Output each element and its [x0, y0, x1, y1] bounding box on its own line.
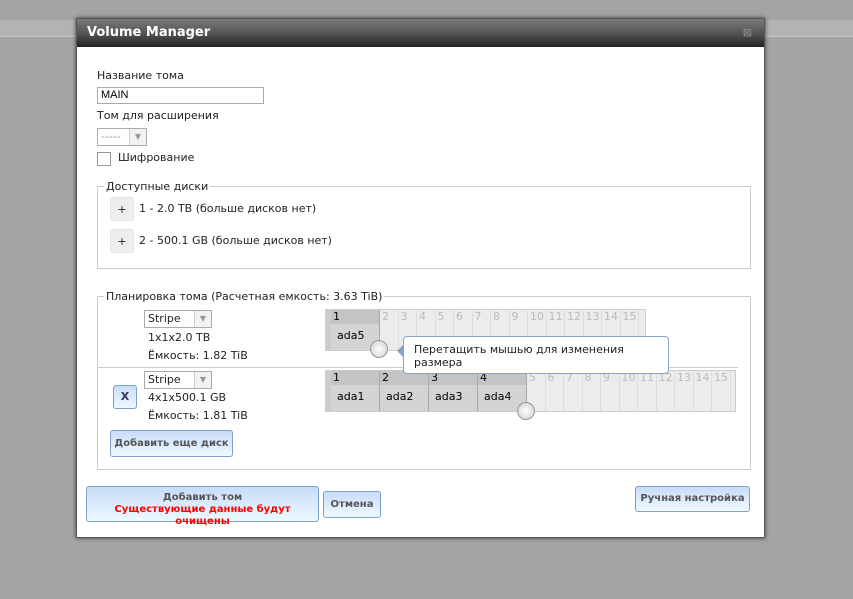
- available-disks-legend: Доступные диски: [106, 180, 209, 193]
- empty-slot: 10: [620, 371, 638, 411]
- volume-name-input[interactable]: [97, 87, 264, 104]
- add-volume-button[interactable]: Добавить том Существующие данные будут оч…: [86, 486, 319, 527]
- add-disk-1-button[interactable]: +: [110, 197, 134, 221]
- available-disks-fieldset: Доступные диски: [97, 180, 751, 269]
- empty-slot: 13: [675, 371, 694, 411]
- empty-slot: 9: [601, 371, 620, 411]
- manual-setup-button[interactable]: Ручная настройка: [635, 486, 750, 512]
- group-2-capacity: Ёмкость: 1.81 TiB: [148, 409, 248, 422]
- slot-number: 1: [331, 371, 379, 385]
- extend-volume-value: -----: [101, 130, 121, 143]
- extend-volume-label: Том для расширения: [97, 109, 219, 122]
- resize-tooltip: Перетащить мышью для изменения размера: [397, 336, 669, 374]
- disk-slot: 1 ada1: [331, 371, 380, 411]
- chevron-down-icon: ▼: [194, 311, 211, 327]
- available-disk-1: 1 - 2.0 TB (больше дисков нет): [139, 202, 317, 215]
- empty-slot: 8: [583, 371, 601, 411]
- encryption-checkbox[interactable]: [97, 152, 111, 166]
- add-more-disk-button[interactable]: Добавить еще диск: [110, 430, 233, 457]
- volume-layout-legend: Планировка тома (Расчетная емкость: 3.63…: [106, 290, 383, 303]
- empty-slot: 14: [694, 371, 712, 411]
- disk-name: ada2: [386, 390, 414, 403]
- add-volume-label: Добавить том: [162, 492, 243, 503]
- chevron-down-icon: ▼: [194, 372, 211, 388]
- dialog-titlebar[interactable]: Volume Manager ⊠: [77, 19, 764, 47]
- group-2-config: 4x1x500.1 GB: [148, 391, 227, 404]
- group-2-type-select[interactable]: Stripe ▼: [144, 371, 212, 389]
- disk-name: ada4: [484, 390, 512, 403]
- dialog-title: Volume Manager: [87, 25, 211, 40]
- cancel-button[interactable]: Отмена: [323, 491, 381, 518]
- chevron-down-icon: ▼: [129, 129, 146, 145]
- group-2-type: Stripe: [148, 373, 181, 386]
- extend-volume-select[interactable]: ----- ▼: [97, 128, 147, 146]
- encryption-label: Шифрование: [118, 151, 195, 164]
- disk-slot: 3 ada3: [429, 371, 478, 411]
- resize-handle[interactable]: [370, 340, 388, 358]
- disk-name: ada3: [435, 390, 463, 403]
- group-1-type: Stripe: [148, 312, 181, 325]
- resize-handle[interactable]: [517, 402, 535, 420]
- close-icon[interactable]: ⊠: [743, 19, 752, 47]
- available-disk-2: 2 - 500.1 GB (больше дисков нет): [139, 234, 332, 247]
- disk-name: ada1: [337, 390, 365, 403]
- empty-slot: 7: [564, 371, 583, 411]
- remove-group-button[interactable]: X: [113, 385, 137, 409]
- group-1-type-select[interactable]: Stripe ▼: [144, 310, 212, 328]
- empty-slot: 6: [546, 371, 564, 411]
- disk-name: ada5: [337, 329, 365, 342]
- slot-number: 1: [331, 310, 379, 324]
- volume-name-label: Название тома: [97, 69, 184, 82]
- group-1-capacity: Ёмкость: 1.82 TiB: [148, 349, 248, 362]
- empty-slot: 11: [638, 371, 657, 411]
- add-disk-2-button[interactable]: +: [110, 229, 134, 253]
- empty-slot: 12: [657, 371, 675, 411]
- disk-slot: 2 ada2: [380, 371, 429, 411]
- empty-slot: 15: [712, 371, 731, 411]
- group-1-config: 1x1x2.0 TB: [148, 331, 211, 344]
- data-wipe-warning: Существующие данные будут очищены: [114, 504, 291, 527]
